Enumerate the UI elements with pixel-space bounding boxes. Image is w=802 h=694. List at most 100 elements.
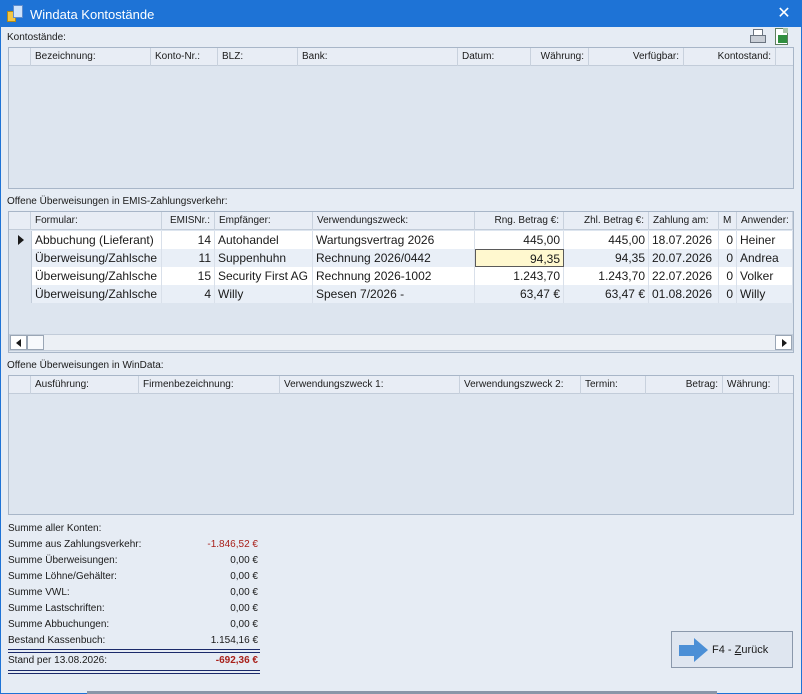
windata-grid[interactable]: Ausführung: Firmenbezeichnung: Verwendun… xyxy=(8,375,794,515)
cell-zahlung-am[interactable]: 18.07.2026 xyxy=(649,231,719,249)
cell-empfaenger[interactable]: Autohandel xyxy=(215,231,313,249)
cell-zhl-betrag[interactable]: 94,35 xyxy=(564,249,649,267)
summary-line: Summe Abbuchungen: 0,00 € xyxy=(8,617,260,633)
row-selector[interactable] xyxy=(9,267,32,285)
summary-value: 0,00 € xyxy=(230,587,258,598)
col-zahlung-am[interactable]: Zahlung am: xyxy=(649,212,719,230)
table-row[interactable]: Abbuchung (Lieferant) 14 Autohandel Wart… xyxy=(9,231,793,249)
cell-empfaenger[interactable]: Suppenhuhn xyxy=(215,249,313,267)
cell-empfaenger[interactable]: Security First AG xyxy=(215,267,313,285)
col-verwendungszweck-2[interactable]: Verwendungszweck 2: xyxy=(460,376,581,394)
col-m[interactable]: M xyxy=(719,212,737,230)
windata-label: Offene Überweisungen in WinData: xyxy=(7,360,164,371)
cell-anwender[interactable]: Heiner xyxy=(737,231,793,249)
title-bar[interactable]: Windata Kontostände ✕ xyxy=(1,1,801,27)
cell-formular[interactable]: Überweisung/Zahlsche xyxy=(32,249,162,267)
col-betrag[interactable]: Betrag: xyxy=(646,376,723,394)
summary-label: Summe aus Zahlungsverkehr: xyxy=(8,539,142,550)
row-selector[interactable] xyxy=(9,249,32,267)
col-waehrung[interactable]: Währung: xyxy=(531,48,589,66)
cell-zhl-betrag[interactable]: 1.243,70 xyxy=(564,267,649,285)
col-verwendungszweck-1[interactable]: Verwendungszweck 1: xyxy=(280,376,460,394)
cell-rng-betrag[interactable]: 63,47 € xyxy=(475,285,564,303)
col-ausfuehrung[interactable]: Ausführung: xyxy=(31,376,139,394)
cell-verwendungszweck[interactable]: Spesen 7/2026 - xyxy=(313,285,475,303)
cell-emisnr[interactable]: 4 xyxy=(162,285,215,303)
col-rng-betrag[interactable]: Rng. Betrag €: xyxy=(475,212,564,230)
cell-anwender[interactable]: Volker xyxy=(737,267,793,285)
col-empfaenger[interactable]: Empfänger: xyxy=(215,212,313,230)
cell-formular[interactable]: Abbuchung (Lieferant) xyxy=(32,231,162,249)
arrow-right-icon-head xyxy=(694,638,708,662)
cell-formular[interactable]: Überweisung/Zahlsche xyxy=(32,267,162,285)
col-anwender[interactable]: Anwender: xyxy=(737,212,793,230)
summary-line: Summe VWL: 0,00 € xyxy=(8,585,260,601)
back-button[interactable]: F4 - Zurück xyxy=(671,631,793,668)
col-zhl-betrag[interactable]: Zhl. Betrag €: xyxy=(564,212,649,230)
cell-m[interactable]: 0 xyxy=(719,249,737,267)
excel-export-icon[interactable] xyxy=(773,28,791,46)
cell-zahlung-am[interactable]: 20.07.2026 xyxy=(649,249,719,267)
col-blz[interactable]: BLZ: xyxy=(218,48,298,66)
main-window: Windata Kontostände ✕ Kontostände: Bezei… xyxy=(0,0,802,694)
printer-icon[interactable] xyxy=(749,28,767,46)
cell-verwendungszweck[interactable]: Wartungsvertrag 2026 xyxy=(313,231,475,249)
cell-anwender[interactable]: Andrea xyxy=(737,249,793,267)
cell-empfaenger[interactable]: Willy xyxy=(215,285,313,303)
cell-zhl-betrag[interactable]: 63,47 € xyxy=(564,285,649,303)
summary-value: 0,00 € xyxy=(230,571,258,582)
cell-zahlung-am[interactable]: 01.08.2026 xyxy=(649,285,719,303)
cell-verwendungszweck[interactable]: Rechnung 2026/0442 xyxy=(313,249,475,267)
col-verwendungszweck[interactable]: Verwendungszweck: xyxy=(313,212,475,230)
col-bank[interactable]: Bank: xyxy=(298,48,458,66)
cell-m[interactable]: 0 xyxy=(719,285,737,303)
emis-label: Offene Überweisungen in EMIS-Zahlungsver… xyxy=(7,196,228,207)
accounts-grid-header: Bezeichnung: Konto-Nr.: BLZ: Bank: Datum… xyxy=(9,48,793,66)
emis-horizontal-scrollbar[interactable] xyxy=(9,334,793,351)
col-datum[interactable]: Datum: xyxy=(458,48,531,66)
summary-value: 0,00 € xyxy=(230,555,258,566)
col-verfuegbar[interactable]: Verfügbar: xyxy=(589,48,684,66)
summary-label: Summe Abbuchungen: xyxy=(8,619,110,630)
summary-value: 1.154,16 € xyxy=(210,635,258,646)
scroll-left-button[interactable] xyxy=(10,335,27,350)
cell-anwender[interactable]: Willy xyxy=(737,285,793,303)
col-waehrung[interactable]: Währung: xyxy=(723,376,779,394)
col-konto-nr[interactable]: Konto-Nr.: xyxy=(151,48,218,66)
scroll-thumb[interactable] xyxy=(27,335,44,350)
cell-m[interactable]: 0 xyxy=(719,267,737,285)
row-selector[interactable] xyxy=(9,231,32,249)
windata-row-selector-header xyxy=(9,376,31,394)
cell-emisnr[interactable]: 14 xyxy=(162,231,215,249)
col-formular[interactable]: Formular: xyxy=(31,212,162,230)
cell-emisnr[interactable]: 11 xyxy=(162,249,215,267)
scroll-right-button[interactable] xyxy=(775,335,792,350)
table-row[interactable]: Überweisung/Zahlsche 4 Willy Spesen 7/20… xyxy=(9,285,793,303)
summary-label: Summe Löhne/Gehälter: xyxy=(8,571,117,582)
cell-rng-betrag[interactable]: 445,00 xyxy=(475,231,564,249)
cell-zahlung-am[interactable]: 22.07.2026 xyxy=(649,267,719,285)
summary-title-label: Summe aller Konten: xyxy=(8,523,102,534)
col-emisnr[interactable]: EMISNr.: xyxy=(162,212,215,230)
col-termin[interactable]: Termin: xyxy=(581,376,646,394)
cell-formular[interactable]: Überweisung/Zahlsche xyxy=(32,285,162,303)
cell-verwendungszweck[interactable]: Rechnung 2026-1002 xyxy=(313,267,475,285)
emis-grid[interactable]: Formular: EMISNr.: Empfänger: Verwendung… xyxy=(8,211,794,353)
summary-total-label: Stand per 13.08.2026: xyxy=(8,655,107,666)
table-row[interactable]: Überweisung/Zahlsche 15 Security First A… xyxy=(9,267,793,285)
total-underline xyxy=(8,670,260,671)
row-selector[interactable] xyxy=(9,285,32,303)
close-button[interactable]: ✕ xyxy=(767,1,801,27)
cell-zhl-betrag[interactable]: 445,00 xyxy=(564,231,649,249)
cell-emisnr[interactable]: 15 xyxy=(162,267,215,285)
cell-rng-betrag[interactable]: 1.243,70 xyxy=(475,267,564,285)
summary-line: Summe Überweisungen: 0,00 € xyxy=(8,553,260,569)
col-kontostand[interactable]: Kontostand: xyxy=(684,48,776,66)
cell-rng-betrag-focused[interactable]: 94,35 xyxy=(475,249,564,267)
accounts-grid[interactable]: Bezeichnung: Konto-Nr.: BLZ: Bank: Datum… xyxy=(8,47,794,189)
cell-m[interactable]: 0 xyxy=(719,231,737,249)
summary-line: Summe aus Zahlungsverkehr: -1.846,52 € xyxy=(8,537,260,553)
table-row[interactable]: Überweisung/Zahlsche 11 Suppenhuhn Rechn… xyxy=(9,249,793,267)
col-firmenbezeichnung[interactable]: Firmenbezeichnung: xyxy=(139,376,280,394)
col-bezeichnung[interactable]: Bezeichnung: xyxy=(31,48,151,66)
